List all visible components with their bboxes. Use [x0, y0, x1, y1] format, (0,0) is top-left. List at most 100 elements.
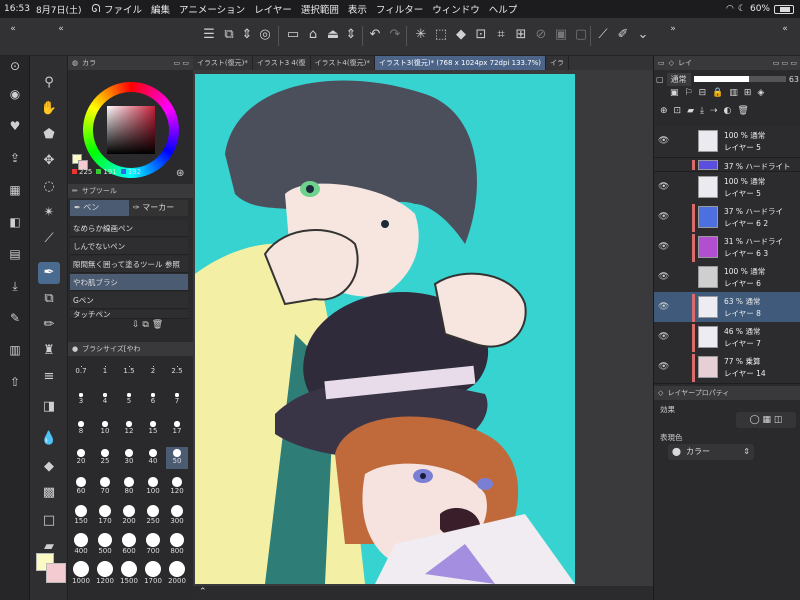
visibility-eye-icon[interactable]: 👁	[658, 362, 669, 372]
export-icon[interactable]: ⇪	[7, 150, 23, 166]
brush-size-option[interactable]: 300	[166, 505, 188, 527]
loading-icon[interactable]: ✳	[412, 26, 430, 44]
delete-icon[interactable]: 🗑	[152, 320, 163, 330]
color-wheel[interactable]	[83, 82, 179, 178]
layer-row[interactable]: 👁 100 % 通常 レイヤー 5	[654, 172, 800, 204]
brush-size-option[interactable]: 1200	[94, 561, 116, 585]
brush-size-option[interactable]: 2.5	[166, 360, 188, 382]
brush-size-option[interactable]: 7	[166, 389, 188, 411]
brush-size-option[interactable]: 170	[94, 505, 116, 527]
brush-size-option[interactable]: 700	[142, 532, 164, 556]
subtool-item-selected[interactable]: やわ肌ブラシ	[70, 274, 188, 291]
visibility-eye-icon[interactable]: 👁	[658, 332, 669, 342]
fill-icon[interactable]: ◆	[452, 26, 470, 44]
search-icon[interactable]: ⊙	[7, 58, 23, 74]
brush-size-option[interactable]: 800	[166, 532, 188, 556]
redo-icon[interactable]: ↷	[386, 26, 404, 44]
doc-tab-active[interactable]: イラスト3(復元)* (768 x 1024px 72dpi 133.7%)	[374, 56, 547, 70]
color-layer-icon[interactable]: ◈	[757, 88, 764, 104]
more-icon[interactable]: ⇕	[342, 26, 360, 44]
subtool-item[interactable]: なめらか線画ペン	[70, 220, 188, 237]
new-folder-icon[interactable]: ▰	[687, 106, 694, 122]
brush-size-option[interactable]: 60	[70, 476, 92, 498]
color-tab-row[interactable]: ◍ カラ ▭ ▭	[68, 56, 193, 70]
blend-mode-select[interactable]: 通常	[666, 72, 691, 86]
menu-edit[interactable]: 編集	[151, 2, 170, 16]
brush-size-option[interactable]: 120	[166, 476, 188, 498]
image-icon[interactable]: ▥	[7, 342, 23, 358]
select-icon[interactable]: ⊞	[512, 26, 530, 44]
layer-tab-row[interactable]: ▭ ◇ レイ ▭ ▭ ▭	[654, 56, 800, 70]
more-tabs-icon[interactable]: ▭ ▭	[174, 59, 189, 67]
layer-row[interactable]: 👁37 % ハードライト	[654, 158, 800, 172]
merge-down-icon[interactable]: ⤓	[700, 106, 704, 122]
brushsize-tab-label[interactable]: ブラシサイズ[やわ	[82, 344, 140, 354]
subtool-tab-icon[interactable]: ✏	[72, 187, 78, 195]
heart-icon[interactable]: ♥	[7, 118, 23, 134]
brush-size-option[interactable]: 12	[118, 418, 140, 440]
brush-size-option[interactable]: 80	[118, 476, 140, 498]
brush-size-option[interactable]: 1700	[142, 561, 164, 585]
transfer-icon[interactable]: ⇢	[710, 106, 718, 122]
doc-tab[interactable]: イラスト(復元)*	[193, 56, 253, 70]
eraser-icon[interactable]: ◨	[38, 396, 60, 418]
visibility-eye-icon[interactable]: 👁	[658, 182, 669, 192]
lock-alpha-icon[interactable]: ⊟	[699, 88, 707, 104]
brush-size-option[interactable]: 4	[94, 389, 116, 411]
layer-tab-label[interactable]: レイ	[678, 58, 692, 68]
brush-size-option[interactable]: 250	[142, 505, 164, 527]
clip-icon[interactable]: ◎	[256, 26, 274, 44]
menu-filter[interactable]: フィルター	[376, 2, 423, 16]
effect-buttons[interactable]: ◯ ▦ ◫	[736, 412, 796, 428]
reference-layer-icon[interactable]: ⚐	[685, 88, 693, 104]
edit-doc-icon[interactable]: ✎	[7, 310, 23, 326]
brush-size-option[interactable]: 2	[142, 360, 164, 382]
hamburger-menu-icon[interactable]: ☰	[200, 26, 218, 44]
object-tool-icon[interactable]: ⬟	[38, 124, 60, 146]
menu-window[interactable]: ウィンドウ	[432, 2, 480, 16]
brush-size-option[interactable]: 8	[70, 418, 92, 440]
gallery-icon[interactable]: ▦	[7, 182, 23, 198]
doc-tab[interactable]: イラ	[546, 56, 570, 70]
layer-mask-icon[interactable]: ◐	[724, 106, 732, 122]
chevron-up-icon[interactable]: ⌃	[199, 587, 207, 597]
airbrush-icon[interactable]: ✏	[38, 314, 60, 336]
layer-row[interactable]: 👁 100 % 通常 レイヤー 6	[654, 262, 800, 294]
opacity-slider[interactable]	[693, 76, 786, 82]
color-wheel-tab-icon[interactable]: ◍	[72, 59, 78, 67]
lock-icon[interactable]: 🔒	[712, 88, 723, 104]
magic-wand-icon[interactable]: ✴	[38, 202, 60, 224]
menu-animation[interactable]: アニメーション	[179, 2, 245, 16]
pen-settings-icon[interactable]: ✐	[614, 26, 632, 44]
brush-size-option[interactable]: 40	[142, 447, 164, 469]
clip-layer-icon[interactable]: ▣	[670, 88, 679, 104]
crop-icon[interactable]: ⌗	[492, 26, 510, 44]
brush-size-option[interactable]: 30	[118, 447, 140, 469]
brush-size-option[interactable]: 20	[70, 447, 92, 469]
visibility-eye-icon[interactable]: 👁	[658, 242, 669, 252]
menu-layer[interactable]: レイヤー	[254, 2, 292, 16]
brush-size-option[interactable]: 150	[70, 505, 92, 527]
layer-row[interactable]: 👁 46 % 通常 レイヤー 7	[654, 322, 800, 354]
artwork-canvas[interactable]	[195, 74, 575, 584]
material-icon[interactable]: ◧	[7, 214, 23, 230]
layer-row[interactable]: 👁 100 % 通常 レイヤー 5	[654, 126, 800, 158]
move-tool-icon[interactable]: ✥	[38, 150, 60, 172]
layer-property-icon[interactable]: ◇	[658, 389, 663, 397]
delete-layer-icon[interactable]: 🗑	[737, 106, 748, 122]
blend-drop-icon[interactable]: 💧	[38, 428, 60, 450]
brush-size-option[interactable]: 400	[70, 532, 92, 556]
hand-tool-icon[interactable]: ✋	[38, 98, 60, 120]
subtool-tab-label[interactable]: サブツール	[82, 186, 117, 196]
mask-icon[interactable]: ▥	[729, 88, 738, 104]
color-tab-label[interactable]: カラ	[82, 58, 96, 68]
menu-help[interactable]: ヘルプ	[489, 2, 518, 16]
brush-size-option[interactable]: 3	[70, 389, 92, 411]
collapse-right-icon[interactable]: »	[664, 20, 682, 38]
brush-size-option[interactable]: 70	[94, 476, 116, 498]
layer-property-tab-row[interactable]: ◇ レイヤープロパティ	[654, 386, 800, 400]
open-file-icon[interactable]: ⌂	[304, 26, 322, 44]
brush-size-option[interactable]: 1.5	[118, 360, 140, 382]
zoom-tool-icon[interactable]: ⚲	[38, 72, 60, 94]
transform-icon[interactable]: ⊡	[472, 26, 490, 44]
